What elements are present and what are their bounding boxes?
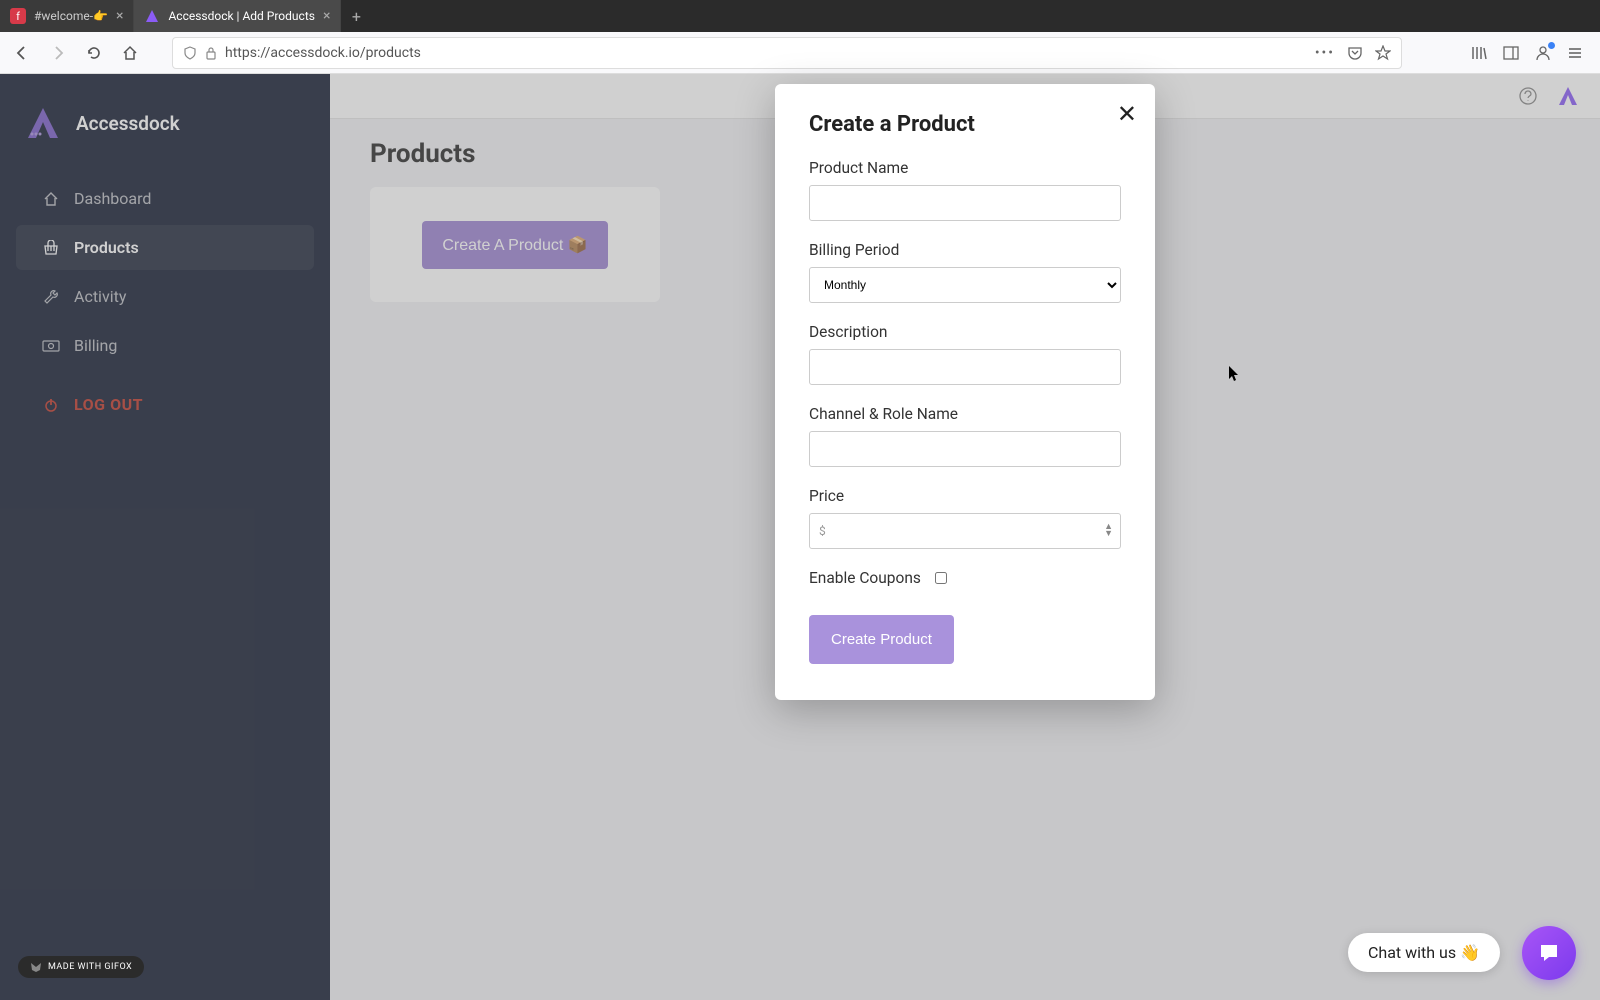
- chat-icon: [1537, 941, 1561, 965]
- help-icon[interactable]: [1518, 86, 1538, 106]
- channel-role-label: Channel & Role Name: [809, 405, 1121, 423]
- browser-tab-welcome[interactable]: f #welcome-👉 ×: [0, 0, 134, 32]
- shield-icon[interactable]: [183, 46, 197, 60]
- empty-product-card: Create A Product 📦: [370, 187, 660, 302]
- library-icon[interactable]: [1470, 44, 1488, 62]
- sidebar-toggle-icon[interactable]: [1502, 44, 1520, 62]
- reload-button[interactable]: [80, 39, 108, 67]
- create-product-modal: ✕ Create a Product Product Name Billing …: [775, 84, 1155, 700]
- account-icon[interactable]: [1534, 44, 1552, 62]
- stepper-icon[interactable]: ▲▼: [1104, 524, 1113, 538]
- tab-title: #welcome-👉: [34, 9, 108, 23]
- star-icon[interactable]: [1375, 45, 1391, 61]
- url-text: https://accessdock.io/products: [225, 45, 421, 61]
- sidebar-item-label: Billing: [74, 336, 117, 355]
- product-name-label: Product Name: [809, 159, 1121, 177]
- power-icon: [42, 397, 60, 413]
- channel-role-input[interactable]: [809, 431, 1121, 467]
- description-label: Description: [809, 323, 1121, 341]
- fox-icon: [30, 961, 42, 973]
- forward-button[interactable]: [44, 39, 72, 67]
- back-button[interactable]: [8, 39, 36, 67]
- browser-tab-strip: f #welcome-👉 × Accessdock | Add Products…: [0, 0, 1600, 32]
- sidebar-item-label: Dashboard: [74, 189, 151, 208]
- sidebar-item-label: Activity: [74, 287, 126, 306]
- new-tab-button[interactable]: +: [341, 0, 371, 32]
- create-product-submit[interactable]: Create Product: [809, 615, 954, 664]
- product-name-input[interactable]: [809, 185, 1121, 221]
- sidebar-logout[interactable]: LOG OUT: [16, 382, 314, 427]
- wrench-icon: [42, 289, 60, 305]
- brand-name: Accessdock: [76, 112, 180, 135]
- chat-pill-label: Chat with us 👋: [1368, 943, 1480, 962]
- brand-mark-icon[interactable]: [1556, 84, 1580, 108]
- tab-favicon-icon: f: [10, 8, 26, 24]
- sidebar-item-activity[interactable]: Activity: [16, 274, 314, 319]
- description-input[interactable]: [809, 349, 1121, 385]
- brand[interactable]: Accessdock: [0, 92, 330, 174]
- price-input[interactable]: [809, 513, 1121, 549]
- browser-tab-accessdock[interactable]: Accessdock | Add Products ×: [134, 0, 341, 32]
- url-bar[interactable]: https://accessdock.io/products •••: [172, 37, 1402, 69]
- modal-title: Create a Product: [809, 112, 1121, 137]
- basket-icon: [42, 240, 60, 256]
- enable-coupons-label: Enable Coupons: [809, 569, 921, 587]
- billing-period-select[interactable]: Monthly: [809, 267, 1121, 303]
- home-icon: [42, 191, 60, 207]
- logout-label: LOG OUT: [74, 395, 143, 414]
- app-root: Accessdock Dashboard Products Activity: [0, 74, 1600, 1000]
- gifox-badge[interactable]: MADE WITH GIFOX: [18, 956, 144, 978]
- tab-close-icon[interactable]: ×: [116, 8, 123, 24]
- tab-close-icon[interactable]: ×: [323, 8, 330, 24]
- meatball-icon[interactable]: •••: [1315, 45, 1335, 61]
- brand-logo-icon: [22, 102, 64, 144]
- chat-fab[interactable]: [1522, 926, 1576, 980]
- sidebar-item-billing[interactable]: Billing: [16, 323, 314, 368]
- billing-period-label: Billing Period: [809, 241, 1121, 259]
- enable-coupons-checkbox[interactable]: [935, 572, 947, 584]
- price-label: Price: [809, 487, 1121, 505]
- gifox-label: MADE WITH GIFOX: [48, 962, 132, 972]
- menu-icon[interactable]: [1566, 44, 1584, 62]
- lock-icon[interactable]: [205, 46, 217, 60]
- tab-favicon-icon: [144, 8, 160, 24]
- main-content: Products Create A Product 📦 ✕ Create a P…: [330, 74, 1600, 1000]
- pocket-icon[interactable]: [1347, 45, 1363, 61]
- sidebar-item-products[interactable]: Products: [16, 225, 314, 270]
- currency-prefix: $: [819, 524, 826, 538]
- chat-pill[interactable]: Chat with us 👋: [1348, 933, 1500, 972]
- sidebar-item-dashboard[interactable]: Dashboard: [16, 176, 314, 221]
- sidebar-item-label: Products: [74, 238, 139, 257]
- modal-close-button[interactable]: ✕: [1117, 100, 1137, 128]
- cursor-icon: [1229, 366, 1241, 382]
- cash-icon: [42, 339, 60, 353]
- home-button[interactable]: [116, 39, 144, 67]
- browser-toolbar: https://accessdock.io/products •••: [0, 32, 1600, 74]
- create-product-button[interactable]: Create A Product 📦: [422, 221, 607, 269]
- sidebar: Accessdock Dashboard Products Activity: [0, 74, 330, 1000]
- tab-title: Accessdock | Add Products: [168, 9, 314, 23]
